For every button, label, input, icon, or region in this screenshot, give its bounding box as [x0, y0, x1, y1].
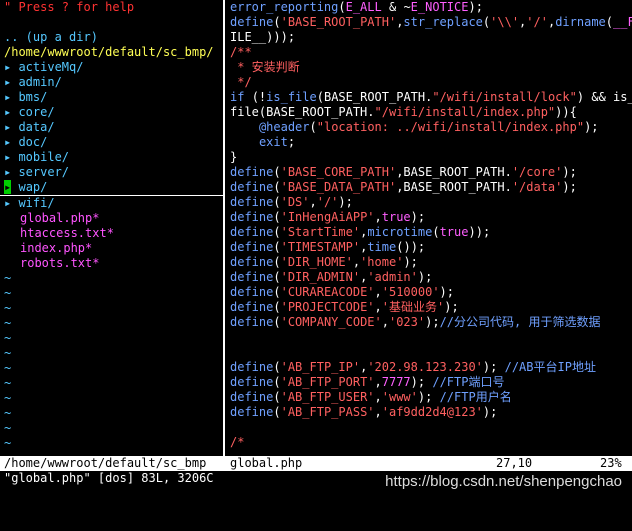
dir-item[interactable]: ▸ admin/: [0, 75, 223, 90]
dir-name: admin/: [18, 75, 62, 89]
code-line: /*: [230, 435, 245, 449]
tilde-line: ~: [4, 376, 12, 390]
up-dir-item[interactable]: .. (up a dir): [0, 30, 223, 45]
code-line: define('AB_FTP_PORT',7777); //FTP端口号: [230, 375, 505, 389]
dir-item[interactable]: ▸ wifi/: [0, 196, 223, 211]
tilde-line: ~: [4, 361, 12, 375]
code-line: * 安装判断: [230, 60, 300, 74]
tilde-line: ~: [4, 316, 12, 330]
dir-name: wifi/: [18, 196, 55, 210]
code-line: @header("location: ../wifi/install/index…: [258, 120, 599, 134]
tilde-line: ~: [4, 301, 12, 315]
dir-name: wap/: [18, 180, 48, 194]
dir-item[interactable]: ▸ core/: [0, 105, 223, 120]
explorer-status-path: /home/wwwroot/default/sc_bmp: [4, 456, 207, 470]
code-line: define('BASE_DATA_PATH',BASE_ROOT_PATH.'…: [230, 180, 577, 194]
expand-arrow-icon: ▸: [4, 196, 19, 210]
code-lines: error_reporting(E_ALL & ~E_NOTICE); defin…: [228, 0, 632, 450]
dir-name: data/: [18, 120, 55, 134]
file-list: global.php* htaccess.txt* index.php* robots…: [0, 211, 223, 271]
code-line: */: [230, 75, 252, 89]
code-line: file(BASE_ROOT_PATH."/wifi/install/index…: [230, 105, 577, 119]
scroll-percent: 23%: [600, 456, 622, 470]
code-line: if (!is_file(BASE_ROOT_PATH."/wifi/insta…: [230, 90, 632, 104]
tilde-line: ~: [4, 391, 12, 405]
code-line: exit;: [258, 135, 296, 149]
tilde-line: ~: [4, 346, 12, 360]
expand-arrow-icon: ▸: [4, 120, 19, 134]
code-line: define('BASE_ROOT_PATH',str_replace('\\'…: [230, 15, 632, 29]
code-line: define('DIR_ADMIN','admin');: [230, 270, 433, 284]
file-item[interactable]: htaccess.txt*: [0, 226, 223, 241]
code-line: define('AB_FTP_IP','202.98.123.230'); //…: [230, 360, 596, 374]
tilde-line: ~: [4, 271, 12, 285]
code-line: define('BASE_CORE_PATH',BASE_ROOT_PATH.'…: [230, 165, 577, 179]
dir-name: doc/: [18, 135, 48, 149]
command-line-message: "global.php" [dos] 83L, 3206C: [4, 471, 214, 485]
code-line: define('CURAREACODE','510000');: [230, 285, 455, 299]
code-line: }: [230, 150, 238, 164]
help-hint: " Press ? for help: [4, 0, 135, 14]
dir-name: mobile/: [18, 150, 70, 164]
code-line: /**: [230, 45, 252, 59]
tilde-line: ~: [4, 286, 12, 300]
code-line: define('DIR_HOME','home');: [230, 255, 418, 269]
code-line: define('COMPANY_CODE','023');//分公司代码, 用于…: [230, 315, 601, 329]
dir-name: core/: [18, 105, 55, 119]
dir-item[interactable]: ▸ activeMq/: [0, 60, 223, 75]
expand-arrow-icon: ▸: [4, 60, 19, 74]
empty-lines: ~ ~ ~ ~ ~ ~ ~ ~ ~ ~ ~ ~: [0, 271, 223, 451]
expand-arrow-icon: ▸: [4, 90, 19, 104]
watermark-text: https://blog.csdn.net/shenpengchao: [385, 473, 622, 490]
code-line: ILE__)));: [230, 30, 296, 44]
file-item[interactable]: global.php*: [0, 211, 223, 226]
dir-name: server/: [18, 165, 70, 179]
editor-status-filename: global.php: [230, 456, 303, 470]
tilde-line: ~: [4, 406, 12, 420]
file-item[interactable]: index.php*: [0, 241, 223, 256]
cursor-position: 27,10: [496, 456, 533, 470]
dir-list: ▸ activeMq/▸ admin/▸ bms/▸ core/▸ data/▸…: [0, 60, 223, 211]
dir-item[interactable]: ▸ wap/: [0, 180, 223, 196]
code-line: define('AB_FTP_USER','www'); //FTP用户名: [230, 390, 512, 404]
dir-item[interactable]: ▸ data/: [0, 120, 223, 135]
file-item[interactable]: robots.txt*: [0, 256, 223, 271]
tilde-line: ~: [4, 331, 12, 345]
expand-arrow-icon: ▸: [4, 150, 19, 164]
status-bar: /home/wwwroot/default/sc_bmp global.php …: [0, 456, 632, 471]
code-line: define('AB_FTP_PASS','af9dd2d4@123');: [230, 405, 498, 419]
code-line: define('InHengAiAPP',true);: [230, 210, 426, 224]
code-line: define('TIMESTAMP',time());: [230, 240, 426, 254]
code-line: define('PROJECTCODE','基础业务');: [230, 300, 459, 314]
tilde-line: ~: [4, 421, 12, 435]
dir-item[interactable]: ▸ doc/: [0, 135, 223, 150]
file-explorer-pane[interactable]: " Press ? for help .. (up a dir) /home/w…: [0, 0, 223, 456]
dir-item[interactable]: ▸ server/: [0, 165, 223, 180]
current-dir-path: /home/wwwroot/default/sc_bmp/: [4, 45, 214, 59]
expand-arrow-icon: ▸: [4, 105, 19, 119]
tilde-line: ~: [4, 436, 12, 450]
code-line: define('StartTime',microtime(true));: [230, 225, 491, 239]
dir-item[interactable]: ▸ mobile/: [0, 150, 223, 165]
code-line: error_reporting(E_ALL & ~E_NOTICE);: [230, 0, 483, 14]
dir-name: activeMq/: [18, 60, 84, 74]
code-editor-pane[interactable]: error_reporting(E_ALL & ~E_NOTICE); defin…: [228, 0, 632, 456]
dir-item[interactable]: ▸ bms/: [0, 90, 223, 105]
code-line: define('DS','/');: [230, 195, 353, 209]
expand-arrow-icon: ▸: [4, 135, 19, 149]
dir-name: bms/: [18, 90, 48, 104]
expand-arrow-icon: ▸: [4, 165, 19, 179]
expand-arrow-icon: ▸: [4, 75, 19, 89]
